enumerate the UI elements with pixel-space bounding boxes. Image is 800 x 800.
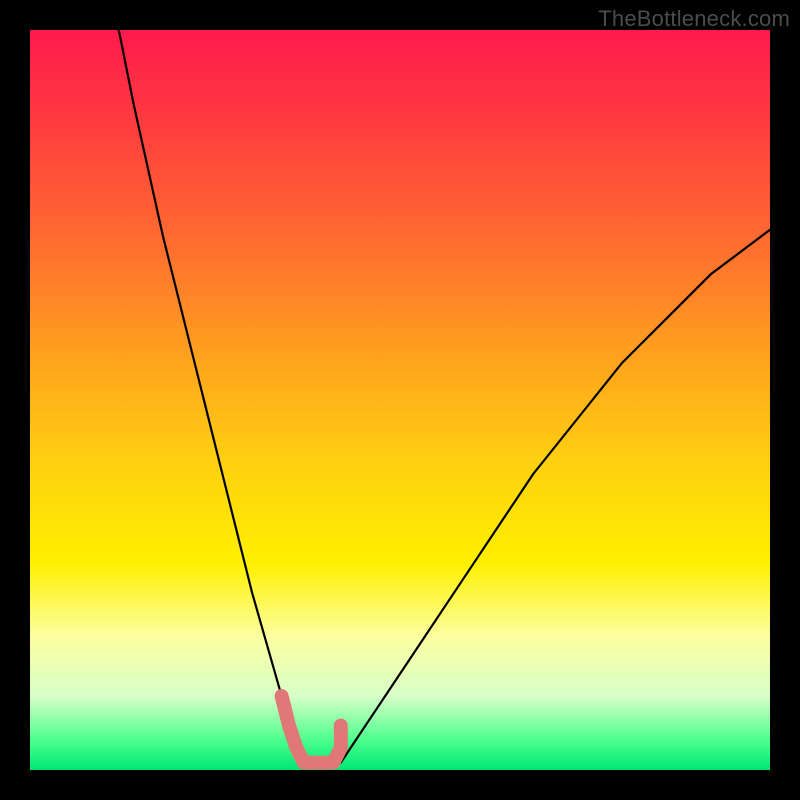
valley-marker [282,696,341,763]
curve-right [341,230,770,763]
chart-frame: TheBottleneck.com [0,0,800,800]
chart-curves-svg [30,30,770,770]
curve-left [119,30,304,763]
watermark-text: TheBottleneck.com [598,6,790,32]
chart-plot-area [30,30,770,770]
